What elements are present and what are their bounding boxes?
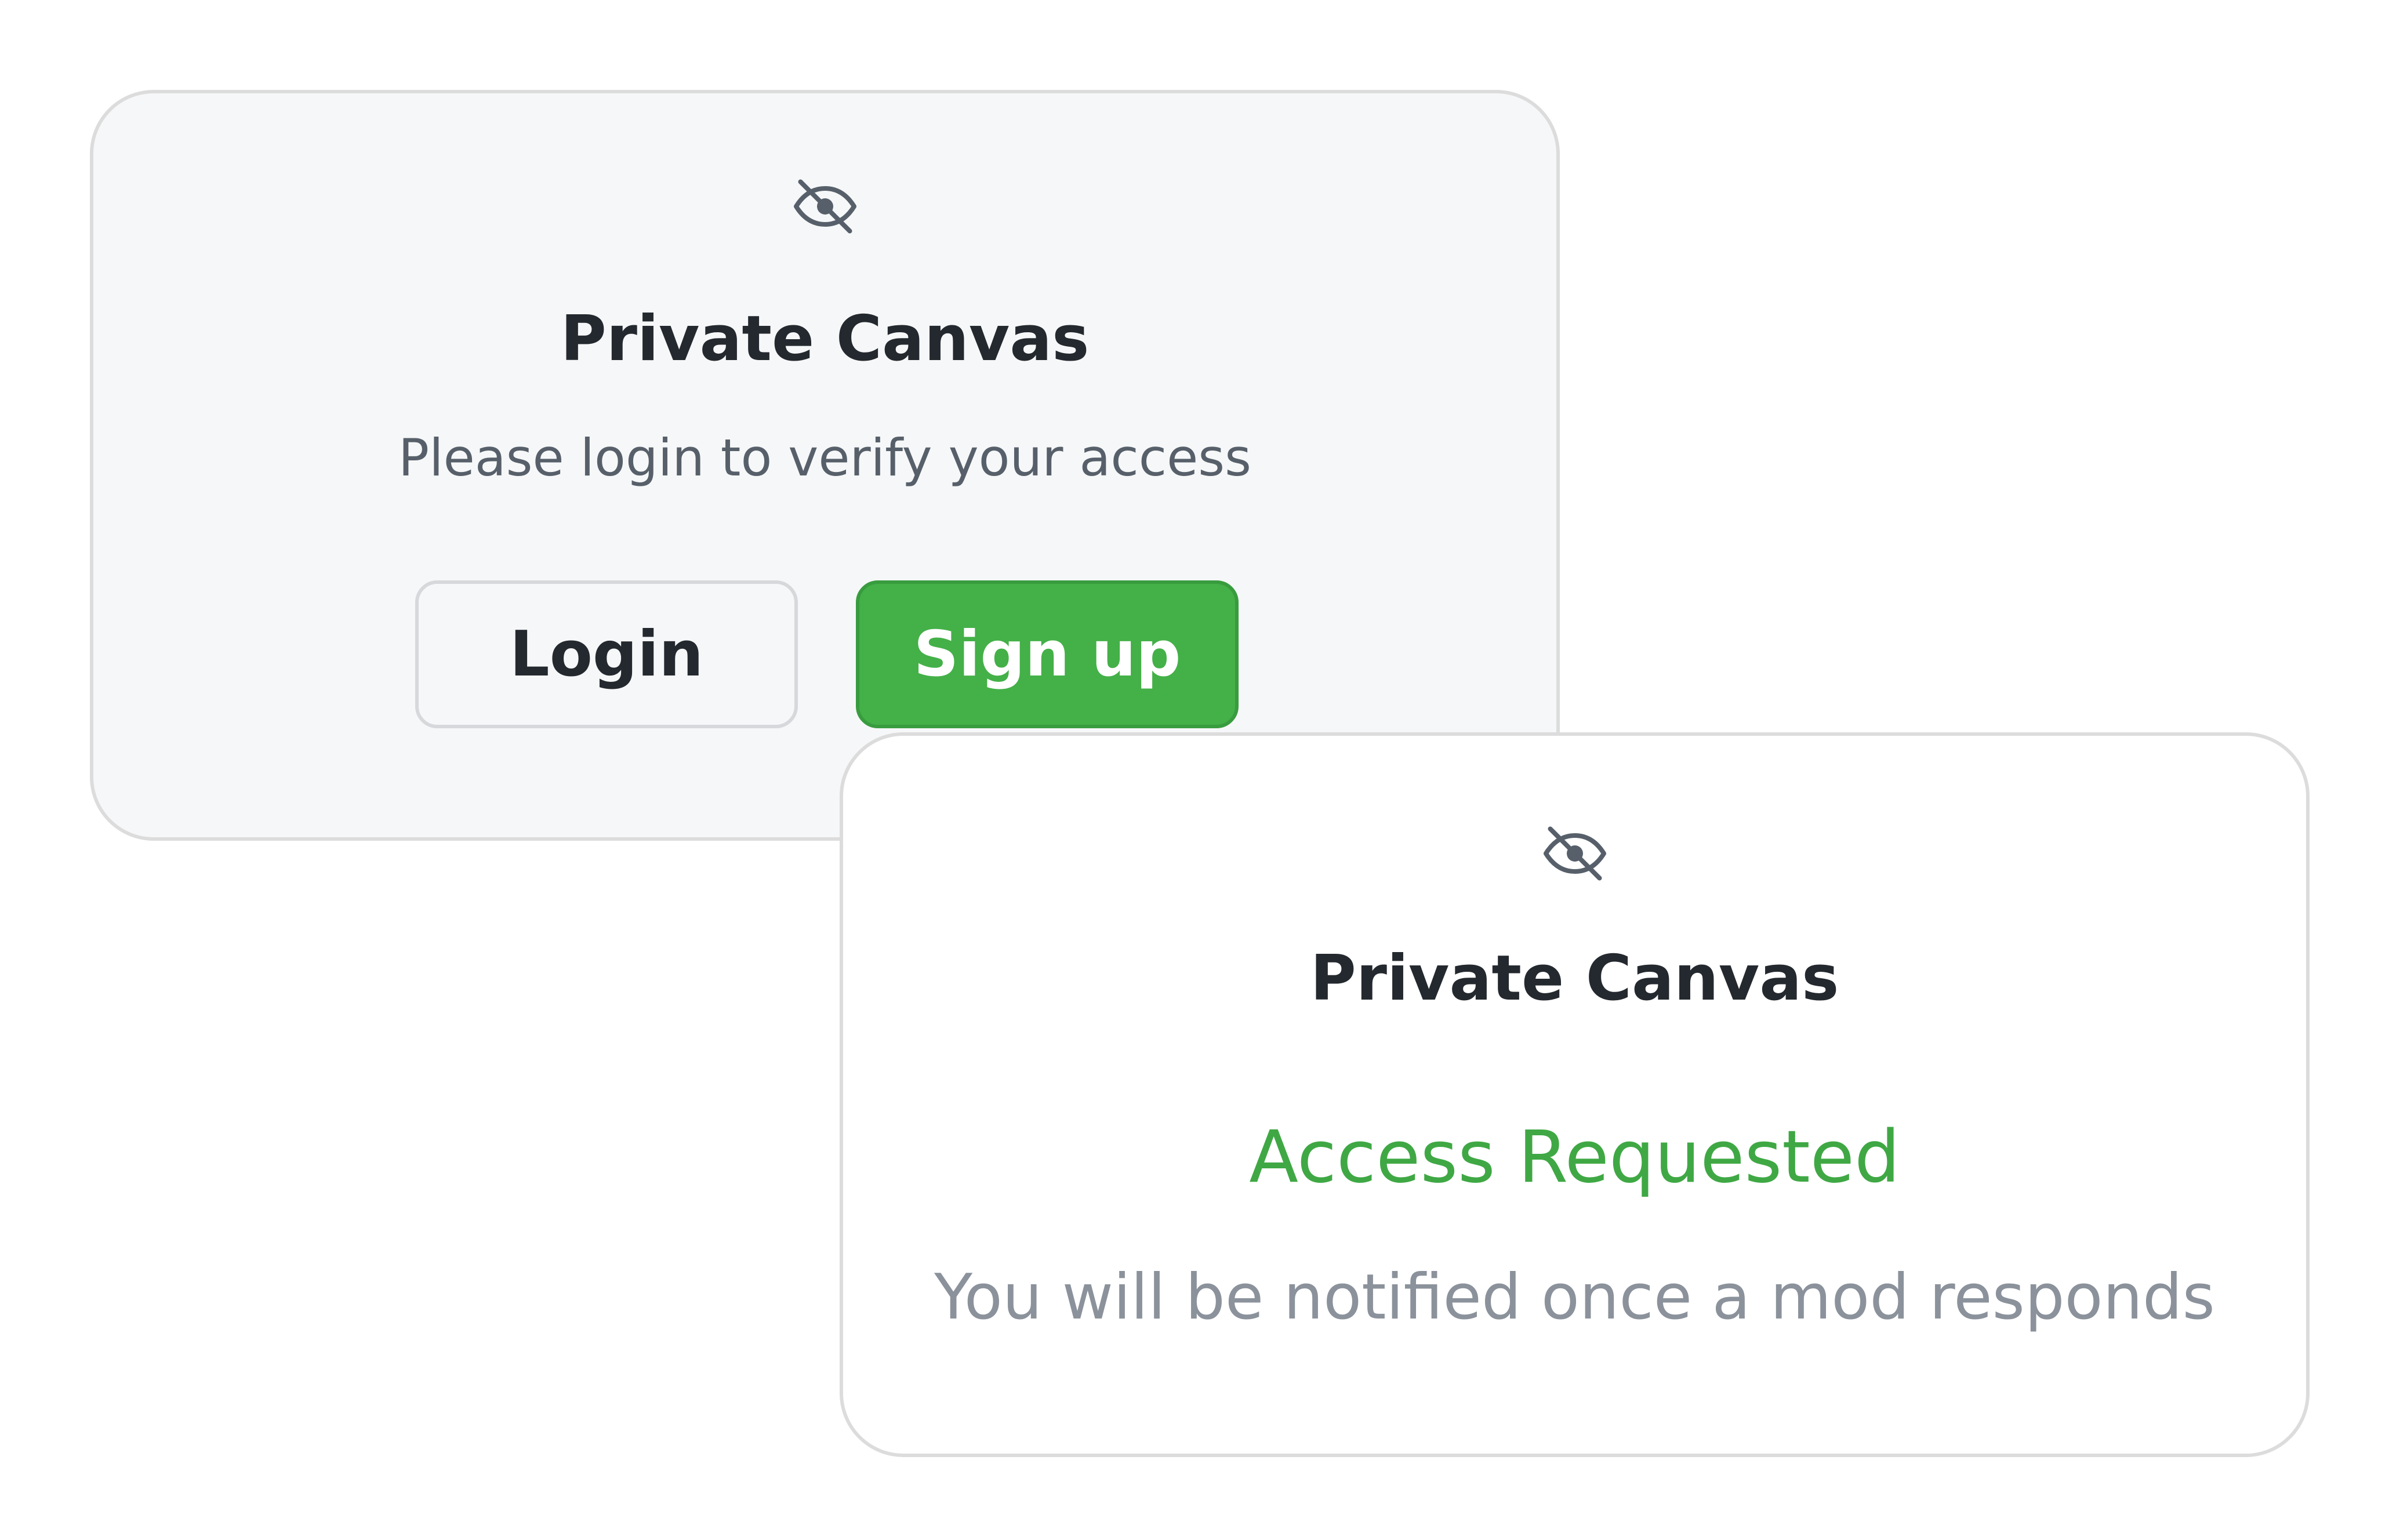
login-button[interactable]: Login [415, 580, 798, 728]
access-requested-card: Private Canvas Access Requested You will… [840, 732, 2310, 1457]
page-title: Private Canvas [1310, 942, 1839, 1015]
login-card: Private Canvas Please login to verify yo… [90, 90, 1560, 841]
access-status: Access Requested [1249, 1116, 1900, 1199]
eye-off-icon [793, 179, 856, 234]
page-title: Private Canvas [560, 303, 1090, 375]
signup-button[interactable]: Sign up [856, 580, 1239, 728]
login-prompt-text: Please login to verify your access [398, 428, 1251, 488]
notification-note: You will be notified once a mod responds [934, 1261, 2215, 1334]
eye-off-icon [1543, 826, 1606, 881]
